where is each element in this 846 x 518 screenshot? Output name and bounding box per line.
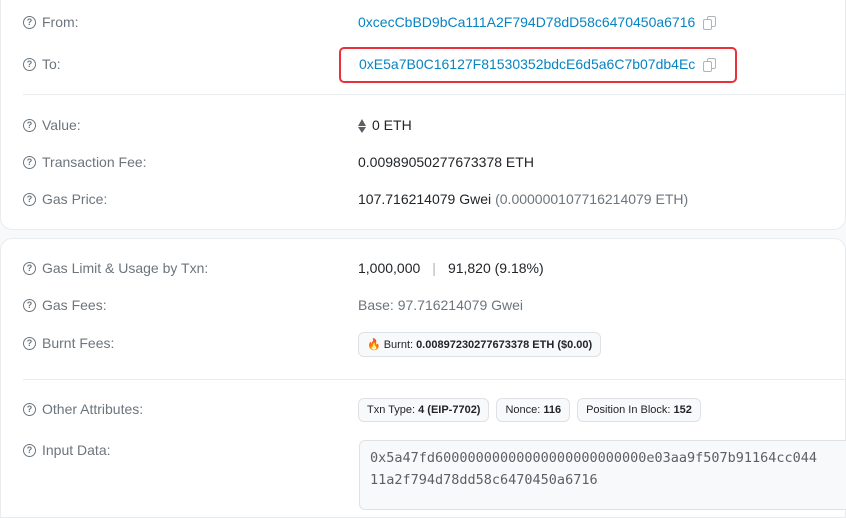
gas-fees-base: Base: 97.716214079 Gwei [358, 297, 524, 313]
gas-price-eth: (0.000000107716214079 ETH) [495, 191, 689, 207]
value-label-group: ? Value: [23, 117, 81, 133]
nonce-key: Nonce: [505, 404, 541, 416]
burnt-fees-label: Burnt Fees: [42, 335, 115, 351]
fee-label: Transaction Fee: [42, 154, 147, 170]
fee-amount: 0.00989050277673378 ETH [358, 154, 534, 170]
gas-limit-value: 1,000,000 | 91,820 (9.18%) [358, 260, 544, 276]
input-data-label-group: ? Input Data: [23, 442, 111, 458]
question-circle-icon[interactable]: ? [23, 402, 36, 416]
question-circle-icon[interactable]: ? [23, 192, 36, 206]
input-data-label: Input Data: [42, 442, 111, 458]
copy-icon[interactable] [703, 58, 717, 72]
from-label-group: ? From: [23, 14, 79, 30]
gas-fees-label: Gas Fees: [42, 297, 107, 313]
gas-limit-label-group: ? Gas Limit & Usage by Txn: [23, 260, 208, 276]
gas-limit: 1,000,000 [358, 260, 421, 276]
gas-price-gwei: 107.716214079 Gwei [358, 191, 492, 207]
burnt-fees-badge: 🔥 Burnt: 0.00897230277673378 ETH ($0.00) [358, 332, 602, 357]
other-label-group: ? Other Attributes: [23, 401, 143, 417]
other-badges: Txn Type: 4 (EIP-7702) Nonce: 116 Positi… [358, 398, 708, 422]
from-address-link[interactable]: 0xcecCbBD9bCa111A2F794D78dD58c6470450a67… [358, 14, 695, 30]
separator: | [432, 260, 436, 276]
value-label: Value: [42, 117, 81, 133]
burnt-fees-label-group: ? Burnt Fees: [23, 335, 114, 351]
question-circle-icon[interactable]: ? [23, 443, 36, 457]
value-amount: 0 ETH [372, 117, 412, 133]
fee-label-group: ? Transaction Fee: [23, 154, 147, 170]
from-value: 0xcecCbBD9bCa111A2F794D78dD58c6470450a67… [358, 14, 717, 30]
position-value: 152 [673, 404, 692, 416]
gas-price-label-group: ? Gas Price: [23, 191, 107, 207]
question-circle-icon[interactable]: ? [23, 57, 36, 71]
question-circle-icon[interactable]: ? [23, 15, 36, 29]
fire-icon: 🔥 [367, 339, 381, 351]
value-amount-group: 0 ETH [358, 117, 412, 133]
gas-fees-label-group: ? Gas Fees: [23, 297, 107, 313]
to-address-link[interactable]: 0xE5a7B0C16127F81530352bdcE6d5a6C7b07db4… [359, 56, 695, 72]
from-label: From: [42, 14, 79, 30]
copy-icon[interactable] [703, 16, 717, 30]
nonce-badge: Nonce: 116 [496, 398, 571, 422]
txn-type-key: Txn Type: [367, 404, 416, 416]
txn-type-badge: Txn Type: 4 (EIP-7702) [358, 398, 490, 422]
gas-fees-value: Base: 97.716214079 Gwei [358, 297, 523, 313]
gas-limit-label: Gas Limit & Usage by Txn: [42, 260, 209, 276]
input-data-line2: 11a2f794d78dd58c6470450a6716 [370, 472, 598, 488]
txn-type-value: 4 (EIP-7702) [418, 404, 481, 416]
position-key: Position In Block: [586, 404, 671, 416]
divider [23, 379, 846, 380]
gas-price-value: 107.716214079 Gwei (0.000000107716214079… [358, 191, 688, 207]
divider [23, 94, 846, 95]
ethereum-icon [358, 118, 366, 133]
gas-usage: 91,820 (9.18%) [447, 260, 544, 276]
question-circle-icon[interactable]: ? [23, 336, 36, 350]
gas-price-label: Gas Price: [42, 191, 108, 207]
question-circle-icon[interactable]: ? [23, 298, 36, 312]
to-value: 0xE5a7B0C16127F81530352bdcE6d5a6C7b07db4… [359, 56, 717, 72]
fee-amount-text: 0.00989050277673378 ETH [358, 154, 534, 170]
question-circle-icon[interactable]: ? [23, 261, 36, 275]
nonce-value: 116 [543, 404, 562, 416]
burnt-key: Burnt: [383, 338, 414, 351]
burnt-fees-value: 🔥 Burnt: 0.00897230277673378 ETH ($0.00) [358, 332, 608, 357]
position-badge: Position In Block: 152 [577, 398, 701, 422]
question-circle-icon[interactable]: ? [23, 155, 36, 169]
input-data-textarea[interactable]: 0x5a47fd60000000000000000000000000e03aa9… [359, 440, 846, 510]
other-label: Other Attributes: [42, 401, 144, 417]
input-data-line1: 0x5a47fd60000000000000000000000000e03aa9… [370, 450, 818, 466]
burnt-value: 0.00897230277673378 ETH ($0.00) [416, 338, 593, 351]
to-label: To: [42, 56, 61, 72]
to-label-group: ? To: [23, 56, 61, 72]
question-circle-icon[interactable]: ? [23, 118, 36, 132]
